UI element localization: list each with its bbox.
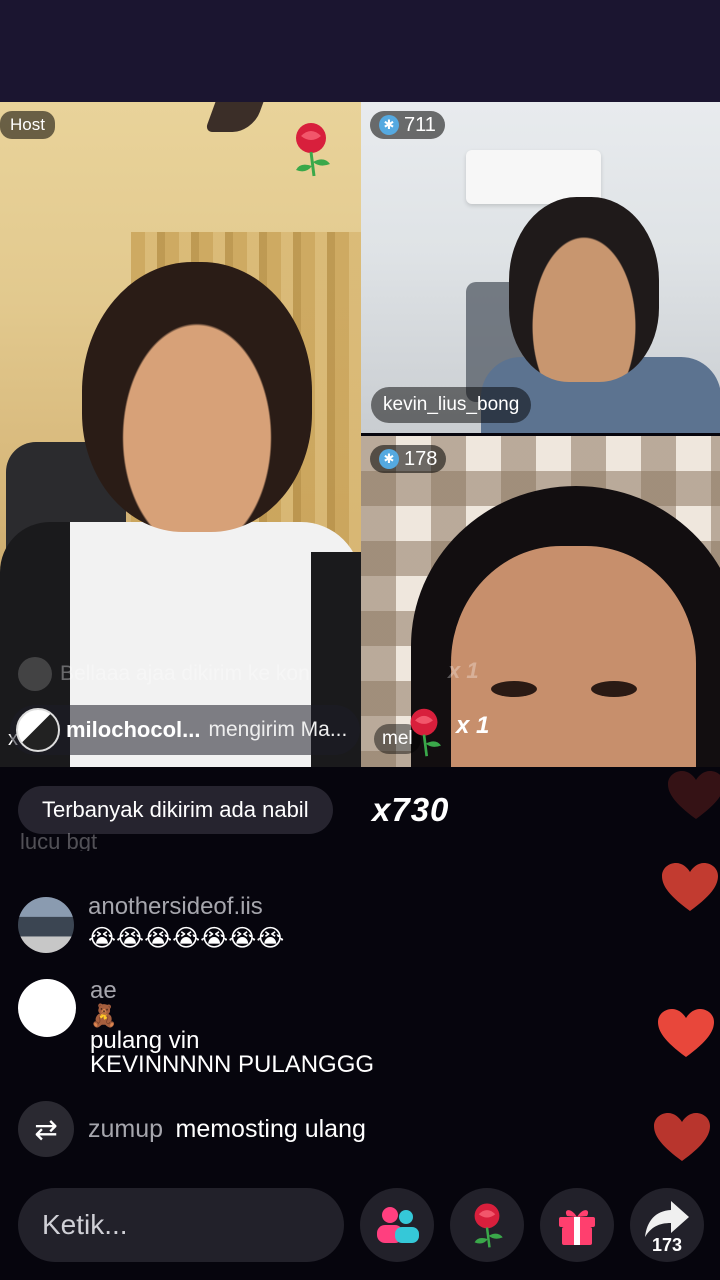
chat-username[interactable]: anothersideof.iis xyxy=(88,893,284,921)
avatar[interactable] xyxy=(18,979,76,1037)
repost-notice: ⇄ zumup memosting ulang xyxy=(18,1101,366,1157)
share-button[interactable]: 173 xyxy=(630,1188,704,1262)
air-conditioner xyxy=(466,150,601,204)
chat-message: ae 🧸 pulang vin KEVINNNNN PULANGGG xyxy=(18,977,374,1077)
avatar[interactable] xyxy=(18,897,74,953)
gift-notification: milochocol... mengirim Ma... xyxy=(10,705,360,755)
heart-icon xyxy=(668,771,720,819)
chat-text: 😭😭😭😭😭😭😭 xyxy=(88,925,285,952)
faded-gift-text: Bellaaa ajaa dikirim ke kon xyxy=(60,662,310,685)
faded-comment: lucu bgt xyxy=(20,829,98,851)
teddy-bear-icon: 🧸 xyxy=(90,1003,118,1028)
avatar xyxy=(18,657,52,691)
guest-head xyxy=(509,197,659,382)
gift-button[interactable] xyxy=(540,1188,614,1262)
live-grid: Host ✱ 711 kevin_lius_bong ✱ 178 Bellaaa… xyxy=(0,102,720,767)
status-area xyxy=(0,0,720,102)
chat-text: KEVINNNNN PULANGGG xyxy=(90,1051,375,1078)
gift-count: x 1 xyxy=(456,712,490,739)
snowflake-icon: ✱ xyxy=(379,449,399,469)
people-icon xyxy=(377,1207,419,1243)
rose-icon xyxy=(474,1203,503,1248)
snowflake-icon: ✱ xyxy=(379,115,399,135)
guest-username[interactable]: kevin_lius_bong xyxy=(371,387,532,423)
gift-message: mengirim Ma... xyxy=(208,718,348,741)
rose-icon xyxy=(296,123,330,177)
score-value: 178 xyxy=(404,447,438,470)
share-arrow-icon xyxy=(645,1201,689,1237)
rose-gift-button[interactable] xyxy=(450,1188,524,1262)
heart-icon xyxy=(658,1009,714,1057)
ceiling-fan xyxy=(204,102,264,132)
repost-text: memosting ulang xyxy=(175,1114,366,1143)
bottom-bar: Ketik... 173 xyxy=(0,1182,720,1280)
host-badge: Host xyxy=(0,111,55,139)
comment-input[interactable]: Ketik... xyxy=(18,1188,344,1262)
heart-icon xyxy=(662,863,718,911)
repost-username[interactable]: zumup xyxy=(88,1115,163,1143)
score-value: 711 xyxy=(404,113,436,136)
chat-text: pulang vin xyxy=(90,1027,200,1054)
guests-button[interactable] xyxy=(360,1188,434,1262)
guest-eye xyxy=(591,681,637,697)
gift-notification-faded: Bellaaa ajaa dikirim ke kon xyxy=(18,654,358,694)
repost-icon: ⇄ xyxy=(18,1101,74,1157)
guest-eye xyxy=(491,681,537,697)
viewer-score-badge: ✱ 711 xyxy=(370,111,445,139)
gift-box-icon xyxy=(559,1210,595,1245)
chat-message: anothersideof.iis 😭😭😭😭😭😭😭 xyxy=(18,893,284,953)
share-count: 173 xyxy=(651,1235,683,1255)
gift-sender[interactable]: milochocol... xyxy=(66,717,200,743)
avatar[interactable] xyxy=(16,708,60,752)
chat-panel: Terbanyak dikirim ada nabil x730 lucu bg… xyxy=(0,767,720,1182)
top-gifter-pill[interactable]: Terbanyak dikirim ada nabil xyxy=(18,786,333,834)
heart-icon xyxy=(654,1113,710,1161)
top-gift-count: x730 xyxy=(372,791,450,828)
viewer-score-badge: ✱ 178 xyxy=(370,445,447,473)
chat-username[interactable]: ae xyxy=(90,977,374,1005)
guest-video-tile-1[interactable]: ✱ 711 kevin_lius_bong xyxy=(361,102,720,433)
host-head xyxy=(82,262,312,532)
rose-icon xyxy=(410,708,442,757)
faded-gift-count: x 1 xyxy=(448,658,479,683)
